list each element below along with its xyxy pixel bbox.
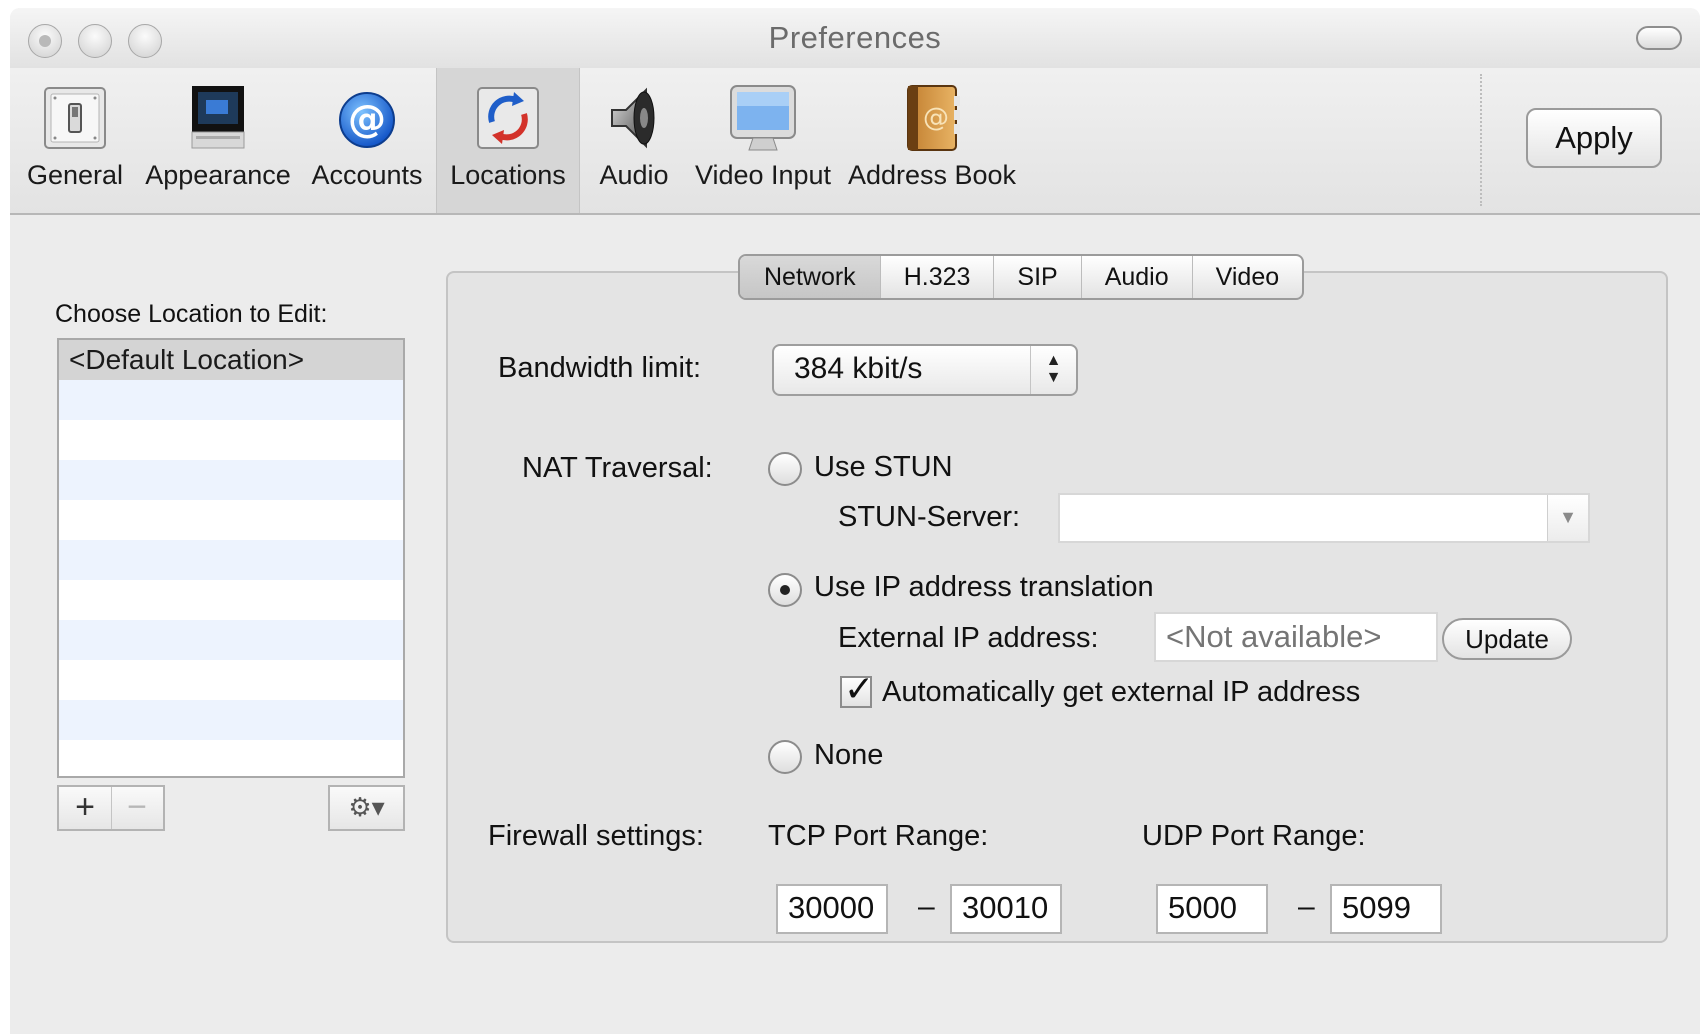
bandwidth-limit-label: Bandwidth limit: xyxy=(498,352,702,384)
toolbar-item-locations[interactable]: Locations xyxy=(436,68,580,213)
toolbar-item-appearance[interactable]: Appearance xyxy=(138,68,298,213)
list-item-empty xyxy=(59,660,403,700)
toolbar-item-label: Audio xyxy=(599,160,669,190)
use-stun-label: Use STUN xyxy=(814,451,953,483)
gear-icon[interactable]: ⚙▾ xyxy=(328,785,405,831)
list-item-empty xyxy=(59,420,403,460)
toolbar-item-label: Appearance xyxy=(145,160,291,190)
checkmark-icon: ✓ xyxy=(844,668,875,709)
udp-port-from-field[interactable]: 5000 xyxy=(1156,884,1268,934)
tab-video[interactable]: Video xyxy=(1191,256,1302,298)
toolbar-item-label: Locations xyxy=(450,160,566,190)
udp-port-range-label: UDP Port Range: xyxy=(1142,820,1366,852)
apply-button[interactable]: Apply xyxy=(1526,108,1662,168)
bandwidth-limit-select[interactable]: 384 kbit/s ▲ ▼ xyxy=(772,344,1078,396)
range-separator: – xyxy=(918,890,935,923)
list-item-empty xyxy=(59,580,403,620)
location-add-remove-group: + − xyxy=(57,785,165,831)
firewall-settings-label: Firewall settings: xyxy=(488,820,704,852)
tcp-port-to-field[interactable]: 30010 xyxy=(950,884,1062,934)
svg-text:@: @ xyxy=(923,103,949,133)
list-item-empty xyxy=(59,460,403,500)
external-ip-field[interactable] xyxy=(1154,612,1438,662)
window-title: Preferences xyxy=(768,20,942,55)
address-book-icon: @ xyxy=(907,85,960,151)
list-item-empty xyxy=(59,540,403,580)
list-item-empty xyxy=(59,620,403,660)
use-stun-radio[interactable] xyxy=(768,452,802,486)
use-ip-translation-radio[interactable] xyxy=(768,573,802,607)
location-list-label: Choose Location to Edit: xyxy=(55,300,328,328)
toolbar-item-label: General xyxy=(26,160,124,190)
tcp-port-range-label: TCP Port Range: xyxy=(768,820,989,852)
toolbar-item-label: Accounts xyxy=(311,160,423,190)
svg-text:@: @ xyxy=(348,97,386,141)
tab-audio[interactable]: Audio xyxy=(1080,256,1192,298)
remove-location-button[interactable]: − xyxy=(111,787,163,829)
toolbar-item-general[interactable]: General xyxy=(14,68,136,213)
use-ip-translation-label: Use IP address translation xyxy=(814,571,1154,603)
auto-external-ip-checkbox[interactable]: ✓ xyxy=(840,668,874,709)
list-item[interactable]: <Default Location> xyxy=(59,340,403,380)
add-location-button[interactable]: + xyxy=(59,787,112,829)
toolbar: General Appearance @ Accounts Locations … xyxy=(10,68,1700,215)
tcp-port-from-field[interactable]: 30000 xyxy=(776,884,888,934)
list-item-empty xyxy=(59,500,403,540)
switch-icon xyxy=(44,87,106,149)
toolbar-item-label: Video Input xyxy=(694,160,832,190)
locations-icon xyxy=(477,87,539,149)
speaker-icon xyxy=(611,87,655,149)
none-label: None xyxy=(814,739,884,771)
toolbar-item-address-book[interactable]: @ Address Book xyxy=(840,68,1024,213)
settings-tabs: Network H.323 SIP Audio Video xyxy=(738,254,1305,300)
list-item-empty xyxy=(59,740,403,776)
bandwidth-limit-value: 384 kbit/s xyxy=(794,352,923,385)
update-button[interactable]: Update xyxy=(1442,618,1572,660)
toolbar-item-accounts[interactable]: @ Accounts xyxy=(300,68,434,213)
toolbar-separator xyxy=(1480,74,1482,206)
tab-sip[interactable]: SIP xyxy=(993,256,1080,298)
title-bar: Preferences xyxy=(10,8,1700,69)
monitor-icon xyxy=(191,86,245,149)
external-ip-label: External IP address: xyxy=(838,622,1099,654)
udp-port-to-field[interactable]: 5099 xyxy=(1330,884,1442,934)
toolbar-item-video-input[interactable]: Video Input xyxy=(688,68,838,213)
stun-server-label: STUN-Server: xyxy=(838,501,1021,533)
tab-network[interactable]: Network xyxy=(740,256,880,298)
auto-external-ip-label: Automatically get external IP address xyxy=(882,676,1361,708)
toolbar-toggle-button[interactable] xyxy=(1636,26,1682,50)
stepper-arrows-icon: ▲ ▼ xyxy=(1030,346,1076,394)
range-separator: – xyxy=(1298,890,1315,923)
list-item-empty xyxy=(59,700,403,740)
preferences-window: Preferences General Appearance @ Account… xyxy=(10,8,1700,1034)
display-icon xyxy=(730,85,796,151)
nat-traversal-label: NAT Traversal: xyxy=(522,452,713,484)
list-item-empty xyxy=(59,380,403,420)
toolbar-item-label: Address Book xyxy=(847,160,1017,190)
at-sign-icon: @ xyxy=(339,92,395,148)
toolbar-item-audio[interactable]: Audio xyxy=(582,68,686,213)
tab-h323[interactable]: H.323 xyxy=(879,256,994,298)
none-radio[interactable] xyxy=(768,740,802,774)
stun-server-combobox[interactable]: ▼ xyxy=(1058,493,1590,543)
chevron-down-icon[interactable]: ▼ xyxy=(1547,495,1588,541)
location-list[interactable]: <Default Location> xyxy=(57,338,405,778)
